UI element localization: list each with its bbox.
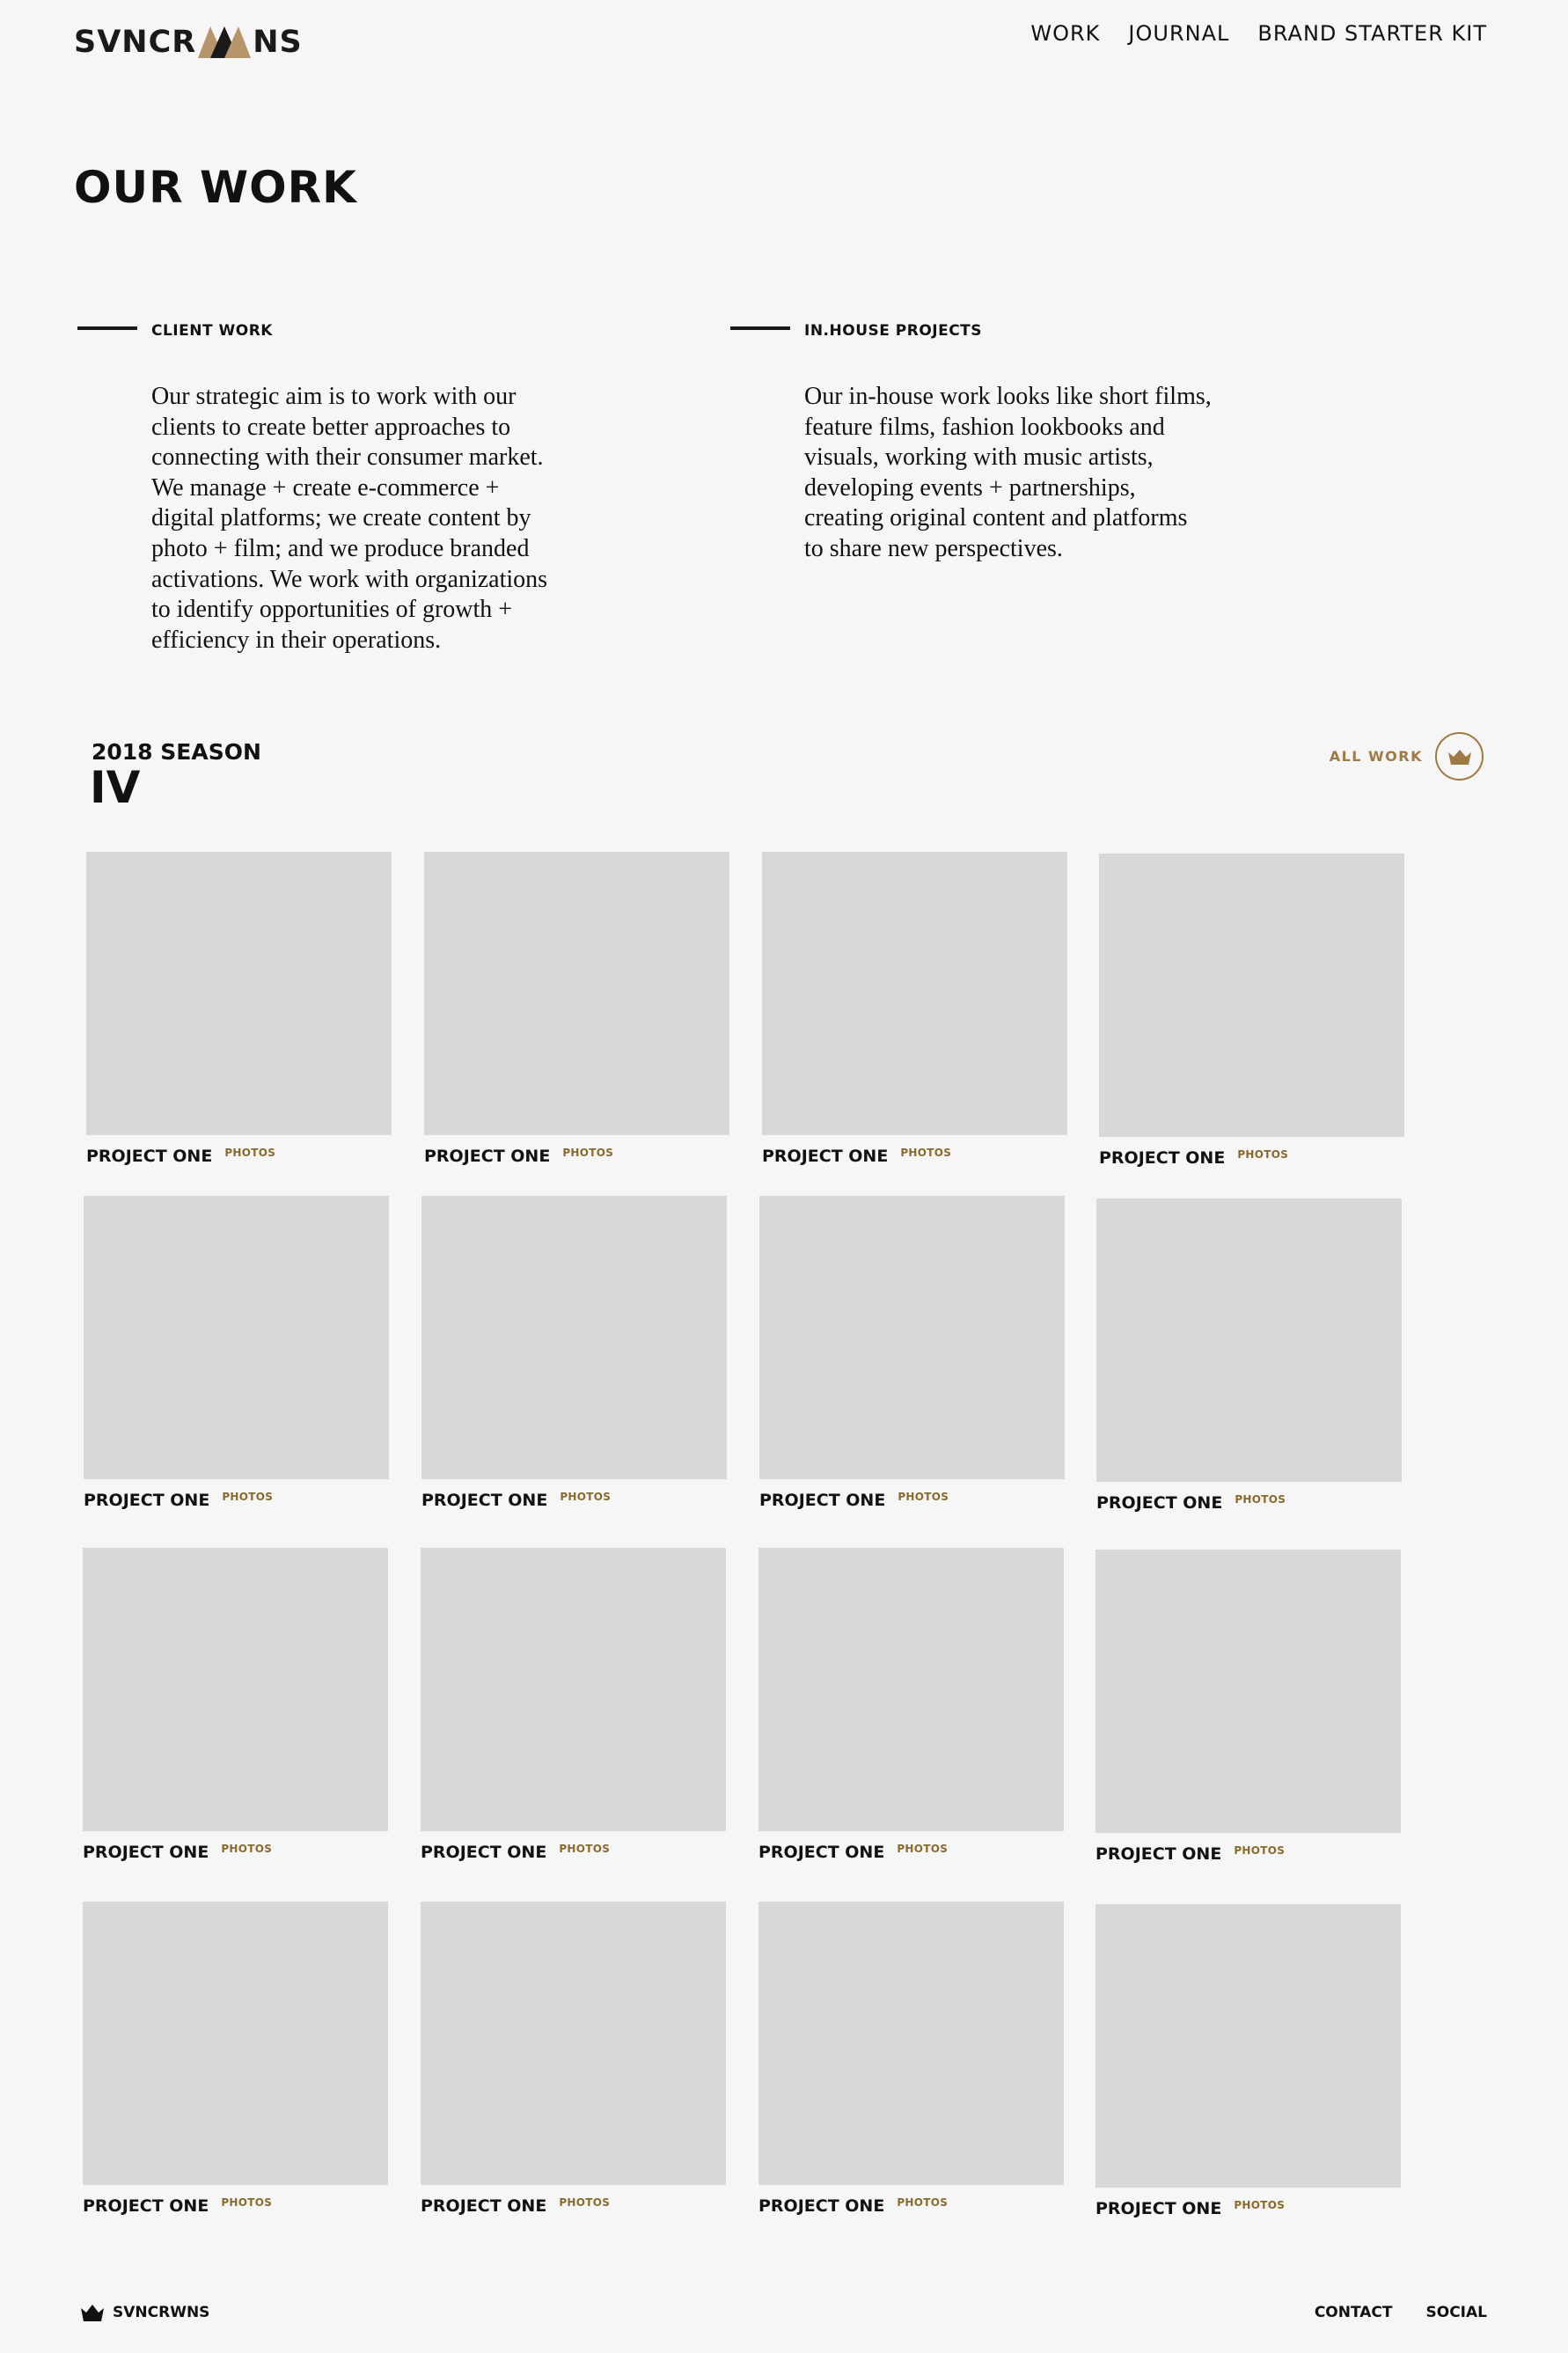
logo-text-right: NS (253, 25, 303, 60)
project-card[interactable]: PROJECT ONE PHOTOS (758, 1548, 1064, 1865)
project-title[interactable]: PROJECT ONE (1096, 1493, 1222, 1513)
project-thumbnail[interactable] (1096, 1198, 1402, 1482)
project-tag[interactable]: PHOTOS (898, 1491, 949, 1503)
project-thumbnail[interactable] (83, 1902, 388, 2185)
season-label: 2018 SEASON (92, 739, 261, 765)
project-card[interactable]: PROJECT ONE PHOTOS (1099, 854, 1404, 1170)
inhouse-text: Our in-house work looks like short films… (804, 383, 1212, 562)
project-title[interactable]: PROJECT ONE (759, 1491, 885, 1510)
project-tag[interactable]: PHOTOS (900, 1147, 951, 1159)
site-logo[interactable]: SVNCR NS (74, 23, 303, 62)
all-work-button[interactable]: ALL WORK (1330, 732, 1484, 781)
nav-journal[interactable]: JOURNAL (1128, 21, 1229, 46)
project-thumbnail[interactable] (759, 1196, 1065, 1479)
project-title[interactable]: PROJECT ONE (421, 1491, 547, 1510)
project-thumbnail[interactable] (83, 1548, 388, 1831)
season-number: IV (90, 762, 141, 813)
project-title[interactable]: PROJECT ONE (424, 1147, 550, 1166)
project-card[interactable]: PROJECT ONE PHOTOS (421, 1902, 726, 2218)
nav-work[interactable]: WORK (1030, 21, 1100, 46)
project-card[interactable]: PROJECT ONE PHOTOS (762, 852, 1067, 1169)
main-nav: WORK JOURNAL BRAND STARTER KIT (1030, 21, 1487, 46)
project-card[interactable]: PROJECT ONE PHOTOS (83, 1902, 388, 2218)
project-tag[interactable]: PHOTOS (221, 1843, 272, 1855)
footer-logo[interactable]: SVNCRWNS (81, 2304, 209, 2321)
project-card[interactable]: PROJECT ONE PHOTOS (758, 1902, 1064, 2218)
logo-text-left: SVNCR (74, 25, 197, 60)
project-tag[interactable]: PHOTOS (224, 1147, 275, 1159)
project-card[interactable]: PROJECT ONE PHOTOS (86, 852, 392, 1169)
project-tag[interactable]: PHOTOS (1234, 1844, 1285, 1857)
crown-icon (81, 2305, 104, 2321)
project-tag[interactable]: PHOTOS (1234, 2199, 1285, 2211)
project-thumbnail[interactable] (424, 852, 729, 1135)
project-title[interactable]: PROJECT ONE (86, 1147, 212, 1166)
page-title: OUR WORK (74, 162, 357, 213)
project-thumbnail[interactable] (421, 1196, 727, 1479)
logo-crown-icon (198, 26, 252, 58)
client-work-rule (77, 326, 137, 330)
client-work-label: CLIENT WORK (151, 322, 273, 340)
project-thumbnail[interactable] (84, 1196, 389, 1479)
project-thumbnail[interactable] (758, 1548, 1064, 1831)
project-card[interactable]: PROJECT ONE PHOTOS (1096, 1198, 1402, 1515)
project-title[interactable]: PROJECT ONE (421, 1843, 546, 1862)
project-thumbnail[interactable] (758, 1902, 1064, 2185)
project-title[interactable]: PROJECT ONE (84, 1491, 209, 1510)
crown-icon (1447, 749, 1471, 765)
project-card[interactable]: PROJECT ONE PHOTOS (84, 1196, 389, 1513)
project-title[interactable]: PROJECT ONE (83, 1843, 209, 1862)
footer-links: CONTACT SOCIAL (1315, 2304, 1487, 2321)
project-title[interactable]: PROJECT ONE (758, 1843, 884, 1862)
project-title[interactable]: PROJECT ONE (1095, 1844, 1221, 1864)
project-tag[interactable]: PHOTOS (1237, 1148, 1288, 1161)
project-title[interactable]: PROJECT ONE (83, 2196, 209, 2216)
footer-logo-text: SVNCRWNS (113, 2304, 210, 2321)
all-work-label: ALL WORK (1329, 748, 1423, 765)
project-card[interactable]: PROJECT ONE PHOTOS (421, 1196, 727, 1513)
project-title[interactable]: PROJECT ONE (1099, 1148, 1225, 1168)
project-thumbnail[interactable] (421, 1548, 726, 1831)
nav-brand-starter-kit[interactable]: BRAND STARTER KIT (1257, 21, 1487, 46)
inhouse-rule (730, 326, 790, 330)
project-tag[interactable]: PHOTOS (562, 1147, 613, 1159)
project-card[interactable]: PROJECT ONE PHOTOS (1095, 1550, 1401, 1866)
footer-social-link[interactable]: SOCIAL (1426, 2304, 1488, 2321)
project-thumbnail[interactable] (1095, 1904, 1401, 2188)
project-tag[interactable]: PHOTOS (1235, 1493, 1286, 1506)
project-thumbnail[interactable] (1095, 1550, 1401, 1833)
project-title[interactable]: PROJECT ONE (1095, 2199, 1221, 2218)
project-thumbnail[interactable] (421, 1902, 726, 2185)
project-card[interactable]: PROJECT ONE PHOTOS (1095, 1904, 1401, 2221)
project-tag[interactable]: PHOTOS (559, 1843, 610, 1855)
project-tag[interactable]: PHOTOS (221, 2196, 272, 2209)
project-card[interactable]: PROJECT ONE PHOTOS (759, 1196, 1065, 1513)
client-work-text: Our strategic aim is to work with our cl… (151, 383, 548, 654)
inhouse-label: IN.HOUSE PROJECTS (804, 322, 983, 340)
project-tag[interactable]: PHOTOS (559, 2196, 610, 2209)
project-tag[interactable]: PHOTOS (897, 1843, 948, 1855)
project-card[interactable]: PROJECT ONE PHOTOS (421, 1548, 726, 1865)
project-title[interactable]: PROJECT ONE (421, 2196, 546, 2216)
project-title[interactable]: PROJECT ONE (762, 1147, 888, 1166)
project-title[interactable]: PROJECT ONE (758, 2196, 884, 2216)
project-tag[interactable]: PHOTOS (222, 1491, 273, 1503)
project-thumbnail[interactable] (762, 852, 1067, 1135)
project-tag[interactable]: PHOTOS (897, 2196, 948, 2209)
project-tag[interactable]: PHOTOS (560, 1491, 611, 1503)
footer-contact-link[interactable]: CONTACT (1315, 2304, 1393, 2321)
project-card[interactable]: PROJECT ONE PHOTOS (83, 1548, 388, 1865)
project-card[interactable]: PROJECT ONE PHOTOS (424, 852, 729, 1169)
all-work-circle[interactable] (1435, 732, 1484, 781)
project-thumbnail[interactable] (86, 852, 392, 1135)
project-thumbnail[interactable] (1099, 854, 1404, 1137)
